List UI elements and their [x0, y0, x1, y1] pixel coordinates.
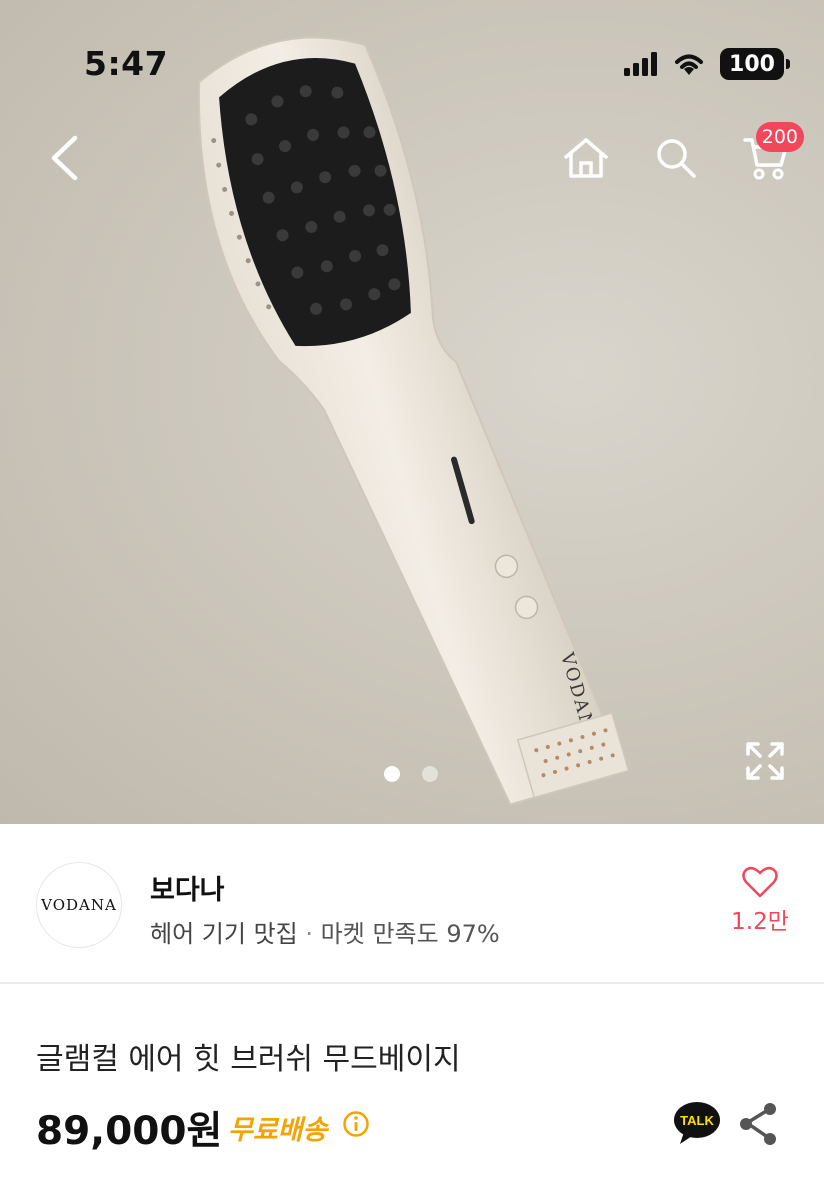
- product-image-carousel[interactable]: VODANA 5:47 100 200: [0, 0, 824, 824]
- pager-dot[interactable]: [422, 766, 438, 782]
- share-icon[interactable]: [738, 1102, 778, 1146]
- wifi-icon: [675, 54, 703, 75]
- expand-image-button[interactable]: [744, 740, 786, 782]
- seller-logo[interactable]: VODANA: [36, 862, 122, 948]
- seller-separator: ·: [305, 920, 314, 948]
- back-button[interactable]: [34, 128, 94, 188]
- product-price: 89,000원: [36, 1109, 223, 1154]
- battery-indicator: 100: [720, 48, 790, 80]
- search-icon: [657, 139, 696, 178]
- expand-icon: [746, 742, 784, 780]
- cellular-signal-icon: [624, 52, 657, 76]
- heart-icon: [742, 866, 778, 898]
- kakao-talk-icon[interactable]: TALK: [672, 1100, 722, 1146]
- product-photo: VODANA: [197, 36, 630, 806]
- search-button[interactable]: [646, 128, 706, 188]
- carousel-pager: [384, 766, 438, 782]
- cart-count-badge: 200: [755, 122, 804, 152]
- seller-section[interactable]: VODANA 보다나 헤어 기기 맛집 · 마켓 만족도 97% 1.2만: [0, 824, 824, 984]
- home-button[interactable]: [556, 128, 616, 188]
- info-icon[interactable]: [342, 1110, 370, 1138]
- home-icon: [564, 138, 608, 178]
- seller-name[interactable]: 보다나: [150, 868, 225, 907]
- seller-satisfaction: 마켓 만족도 97%: [320, 920, 500, 948]
- product-title: 글램컬 에어 힛 브러쉬 무드베이지: [36, 1042, 461, 1077]
- like-count: 1.2만: [731, 909, 789, 935]
- status-time: 5:47: [84, 44, 169, 83]
- back-icon: [51, 135, 78, 181]
- pager-dot-active[interactable]: [384, 766, 400, 782]
- cart-button[interactable]: 200: [734, 122, 804, 188]
- seller-tagline: 헤어 기기 맛집: [150, 920, 298, 948]
- shipping-label: 무료배송: [228, 1115, 328, 1146]
- seller-subtitle: 헤어 기기 맛집 · 마켓 만족도 97%: [150, 914, 500, 949]
- status-icons: 100: [624, 48, 790, 80]
- like-button[interactable]: 1.2만: [728, 866, 792, 952]
- svg-text:TALK: TALK: [680, 1113, 714, 1128]
